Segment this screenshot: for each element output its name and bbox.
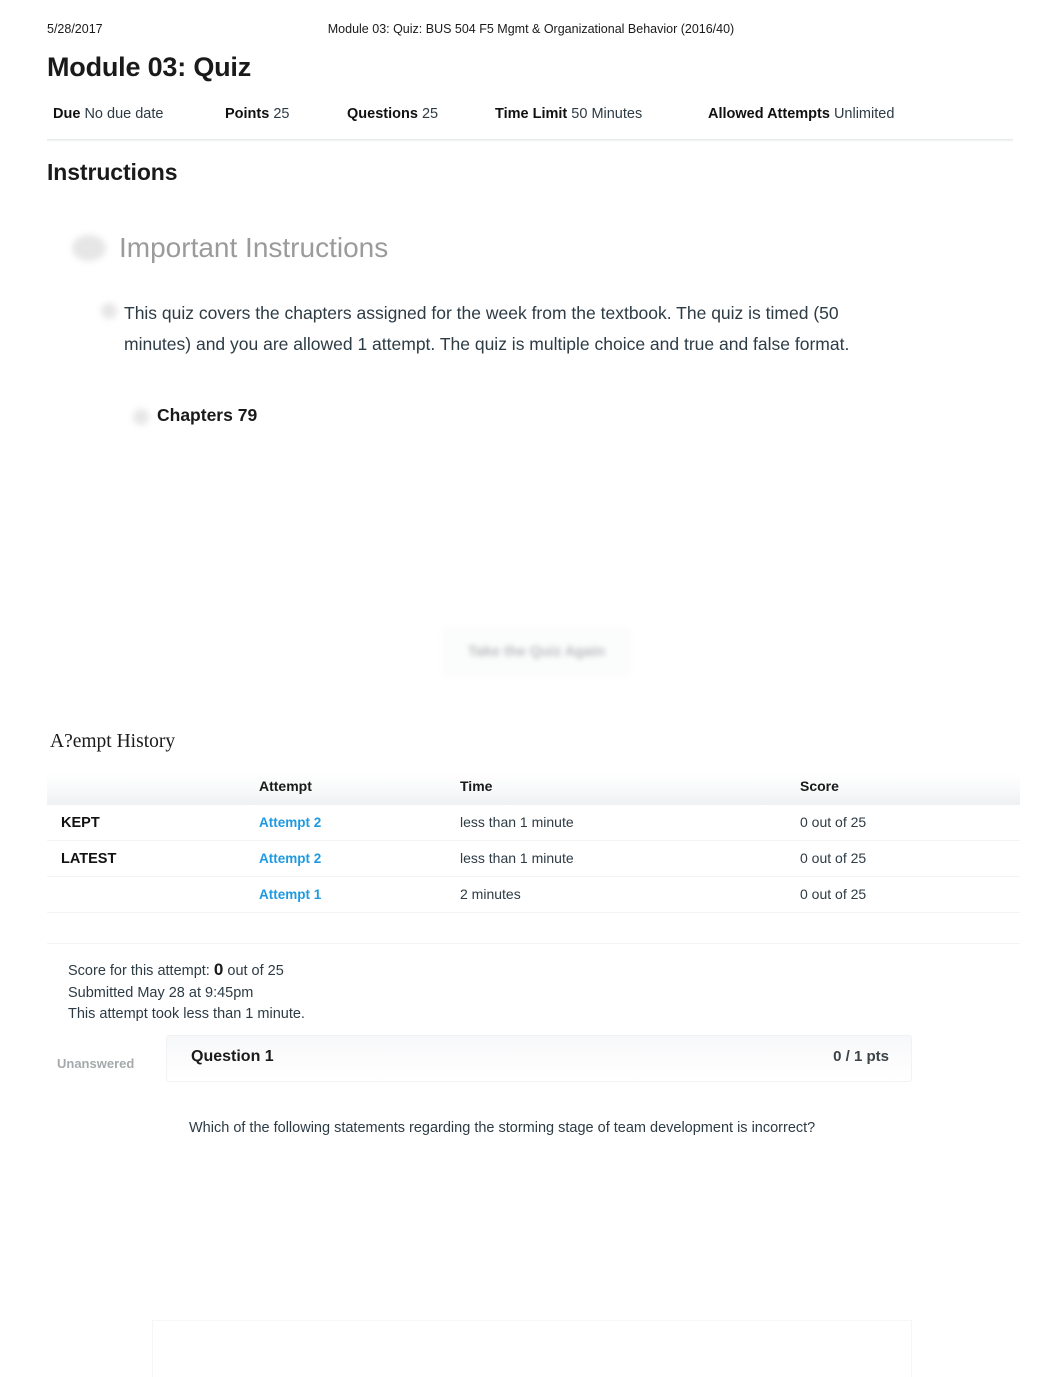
question-points: 0 / 1 pts xyxy=(833,1048,889,1065)
meta-allowed-attempts-value: Unlimited xyxy=(833,106,895,122)
score-value: 0 xyxy=(213,960,224,979)
meta-time-limit-key: Time Limit xyxy=(495,106,568,122)
question-header: Question 1 0 / 1 pts xyxy=(166,1035,912,1082)
question-status-badge: Unanswered xyxy=(57,1056,135,1071)
attempt-time: less than 1 minute xyxy=(460,850,574,866)
attempt-score: 0 out of 25 xyxy=(800,814,867,830)
meta-due: Due No due date xyxy=(53,106,163,122)
attempt-submitted-line: Submitted May 28 at 9:45pm xyxy=(68,984,254,1001)
attempt-summary: Score for this attempt: 0 out of 25 Subm… xyxy=(68,959,305,1026)
table-row: Attempt 1 2 minutes 0 out of 25 xyxy=(47,877,1020,913)
meta-points-value: 25 xyxy=(273,106,290,122)
question-text: Which of the following statements regard… xyxy=(189,1120,816,1136)
meta-time-limit: Time Limit 50 Minutes xyxy=(495,106,642,122)
table-header-row: Attempt Time Score xyxy=(47,773,1020,805)
instructions-heading: Instructions xyxy=(47,159,178,185)
attempt-history-heading: A?empt History xyxy=(50,731,176,752)
attempt-time: less than 1 minute xyxy=(460,814,574,830)
page-bottom-frame xyxy=(152,1320,912,1377)
important-instructions-title: Important Instructions xyxy=(119,232,389,263)
attempt-link[interactable]: Attempt 2 xyxy=(259,851,321,866)
attempt-duration-line: This attempt took less than 1 minute. xyxy=(68,1006,305,1022)
attempt-time: 2 minutes xyxy=(460,886,521,902)
attempt-score: 0 out of 25 xyxy=(800,886,867,902)
meta-due-key: Due xyxy=(53,106,81,122)
meta-allowed-attempts: Allowed Attempts Unlimited xyxy=(708,106,894,122)
question-label: Question 1 xyxy=(191,1048,274,1065)
table-footer-spacer xyxy=(47,913,1020,944)
attempt-score: 0 out of 25 xyxy=(800,850,867,866)
list-bullet-icon xyxy=(101,303,117,319)
attempt-link[interactable]: Attempt 1 xyxy=(259,887,321,902)
meta-questions: Questions 25 xyxy=(347,106,438,122)
table-row: LATEST Attempt 2 less than 1 minute 0 ou… xyxy=(47,841,1020,877)
attempt-status-kept: KEPT xyxy=(61,815,100,831)
print-page-title: Module 03: Quiz: BUS 504 F5 Mgmt & Organ… xyxy=(327,22,735,36)
chapters-bullet-icon xyxy=(133,409,149,425)
retake-quiz-container[interactable]: Take the Quiz Again xyxy=(444,629,629,687)
chapters-label: Chapters 79 xyxy=(157,405,258,425)
score-prefix: Score for this attempt: xyxy=(68,963,210,979)
attempt-status-latest: LATEST xyxy=(61,851,117,867)
quiz-meta-row: Due No due date Points 25 Questions 25 T… xyxy=(47,106,1007,130)
meta-points: Points 25 xyxy=(225,106,289,122)
instructions-paragraph: This quiz covers the chapters assigned f… xyxy=(124,303,850,354)
page-title: Module 03: Quiz xyxy=(47,52,252,82)
attempt-history-table: Attempt Time Score KEPT Attempt 2 less t… xyxy=(47,773,1020,944)
meta-questions-value: 25 xyxy=(421,106,439,122)
meta-questions-key: Questions xyxy=(347,106,418,122)
col-header-attempt: Attempt xyxy=(259,778,312,794)
attempt-link[interactable]: Attempt 2 xyxy=(259,815,321,830)
meta-divider xyxy=(47,139,1013,142)
meta-points-key: Points xyxy=(225,106,270,122)
col-header-score: Score xyxy=(800,778,839,794)
meta-time-limit-value: 50 Minutes xyxy=(571,106,643,122)
table-row: KEPT Attempt 2 less than 1 minute 0 out … xyxy=(47,805,1020,841)
meta-allowed-attempts-key: Allowed Attempts xyxy=(708,106,830,122)
take-the-quiz-again-button[interactable]: Take the Quiz Again xyxy=(444,629,629,675)
score-suffix: out of 25 xyxy=(227,963,284,979)
meta-due-value: No due date xyxy=(84,106,164,122)
bullet-marker-icon xyxy=(72,235,106,261)
attempt-score-line: Score for this attempt: 0 out of 25 xyxy=(68,959,305,983)
col-header-time: Time xyxy=(460,778,493,794)
print-header: 5/28/2017 Module 03: Quiz: BUS 504 F5 Mg… xyxy=(0,22,1062,38)
